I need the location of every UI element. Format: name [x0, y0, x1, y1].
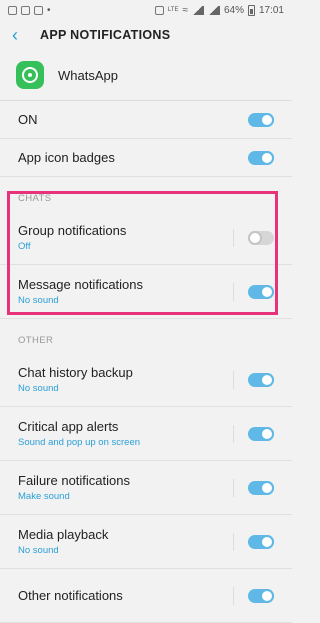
battery-percent: 64%	[223, 4, 244, 16]
group-notifications-toggle[interactable]	[248, 230, 274, 245]
message-notifications-status: No sound	[18, 295, 59, 306]
divider	[233, 532, 234, 551]
group-notifications-label: Group notifications	[18, 223, 127, 238]
failure-notifications-toggle[interactable]	[248, 480, 274, 495]
message-notifications-toggle[interactable]	[248, 284, 274, 299]
critical-app-alerts-row[interactable]: Critical app alerts Sound and pop up on …	[0, 407, 292, 461]
main-notifications-toggle-row[interactable]: ON	[0, 101, 292, 139]
critical-app-alerts-label: Critical app alerts	[18, 419, 119, 434]
divider	[233, 424, 234, 443]
status-right-icons: LTE ≈ 64% 17:01	[154, 4, 284, 16]
volte-icon: LTE	[167, 7, 179, 13]
chat-history-backup-row[interactable]: Chat history backup No sound	[0, 353, 292, 407]
group-notifications-row[interactable]: Group notifications Off	[0, 211, 292, 265]
chat-history-backup-toggle[interactable]	[248, 372, 274, 387]
media-playback-row[interactable]: Media playback No sound	[0, 515, 292, 569]
divider	[233, 228, 234, 247]
main-toggle[interactable]	[248, 112, 274, 127]
other-notifications-label: Other notifications	[18, 588, 123, 603]
divider	[233, 370, 234, 389]
section-header-other: OTHER	[18, 335, 54, 346]
media-playback-status: No sound	[18, 545, 59, 556]
wifi-icon: ≈	[182, 4, 188, 16]
chat-history-backup-label: Chat history backup	[18, 365, 133, 380]
alarm-icon	[154, 5, 164, 15]
failure-notifications-row[interactable]: Failure notifications Make sound	[0, 461, 292, 515]
group-notifications-status: Off	[18, 241, 31, 252]
signal-icon-2	[207, 5, 220, 15]
main-toggle-label: ON	[18, 112, 38, 127]
instagram-icon	[8, 5, 17, 15]
status-left-icons: •	[8, 5, 51, 16]
clock: 17:01	[258, 4, 284, 16]
battery-icon	[247, 4, 255, 16]
divider	[233, 586, 234, 605]
failure-notifications-label: Failure notifications	[18, 473, 130, 488]
other-notifications-row[interactable]: Other notifications	[0, 569, 292, 623]
whatsapp-icon	[16, 61, 44, 89]
failure-notifications-status: Make sound	[18, 491, 70, 502]
instagram-icon	[21, 5, 30, 15]
app-info: WhatsApp	[0, 50, 292, 101]
divider	[233, 282, 234, 301]
instagram-icon	[34, 5, 43, 15]
more-dots-icon: •	[47, 4, 51, 16]
media-playback-label: Media playback	[18, 527, 109, 542]
critical-app-alerts-status: Sound and pop up on screen	[18, 437, 141, 448]
message-notifications-label: Message notifications	[18, 277, 144, 292]
chat-history-backup-status: No sound	[18, 383, 59, 394]
status-bar: • LTE ≈ 64% 17:01	[0, 0, 292, 20]
signal-icon	[191, 5, 204, 15]
app-icon-badges-label: App icon badges	[18, 150, 115, 165]
app-icon-badges-row[interactable]: App icon badges	[0, 139, 292, 177]
message-notifications-row[interactable]: Message notifications No sound	[0, 265, 292, 319]
app-icon-badges-toggle[interactable]	[248, 150, 274, 165]
media-playback-toggle[interactable]	[248, 534, 274, 549]
divider	[233, 478, 234, 497]
app-name: WhatsApp	[58, 67, 118, 83]
back-arrow-icon[interactable]: ‹	[12, 26, 36, 44]
app-bar: ‹ APP NOTIFICATIONS	[0, 20, 292, 50]
critical-app-alerts-toggle[interactable]	[248, 426, 274, 441]
section-header-chats: CHATS	[18, 193, 52, 204]
other-notifications-toggle[interactable]	[248, 588, 274, 603]
page-title: APP NOTIFICATIONS	[40, 28, 171, 42]
